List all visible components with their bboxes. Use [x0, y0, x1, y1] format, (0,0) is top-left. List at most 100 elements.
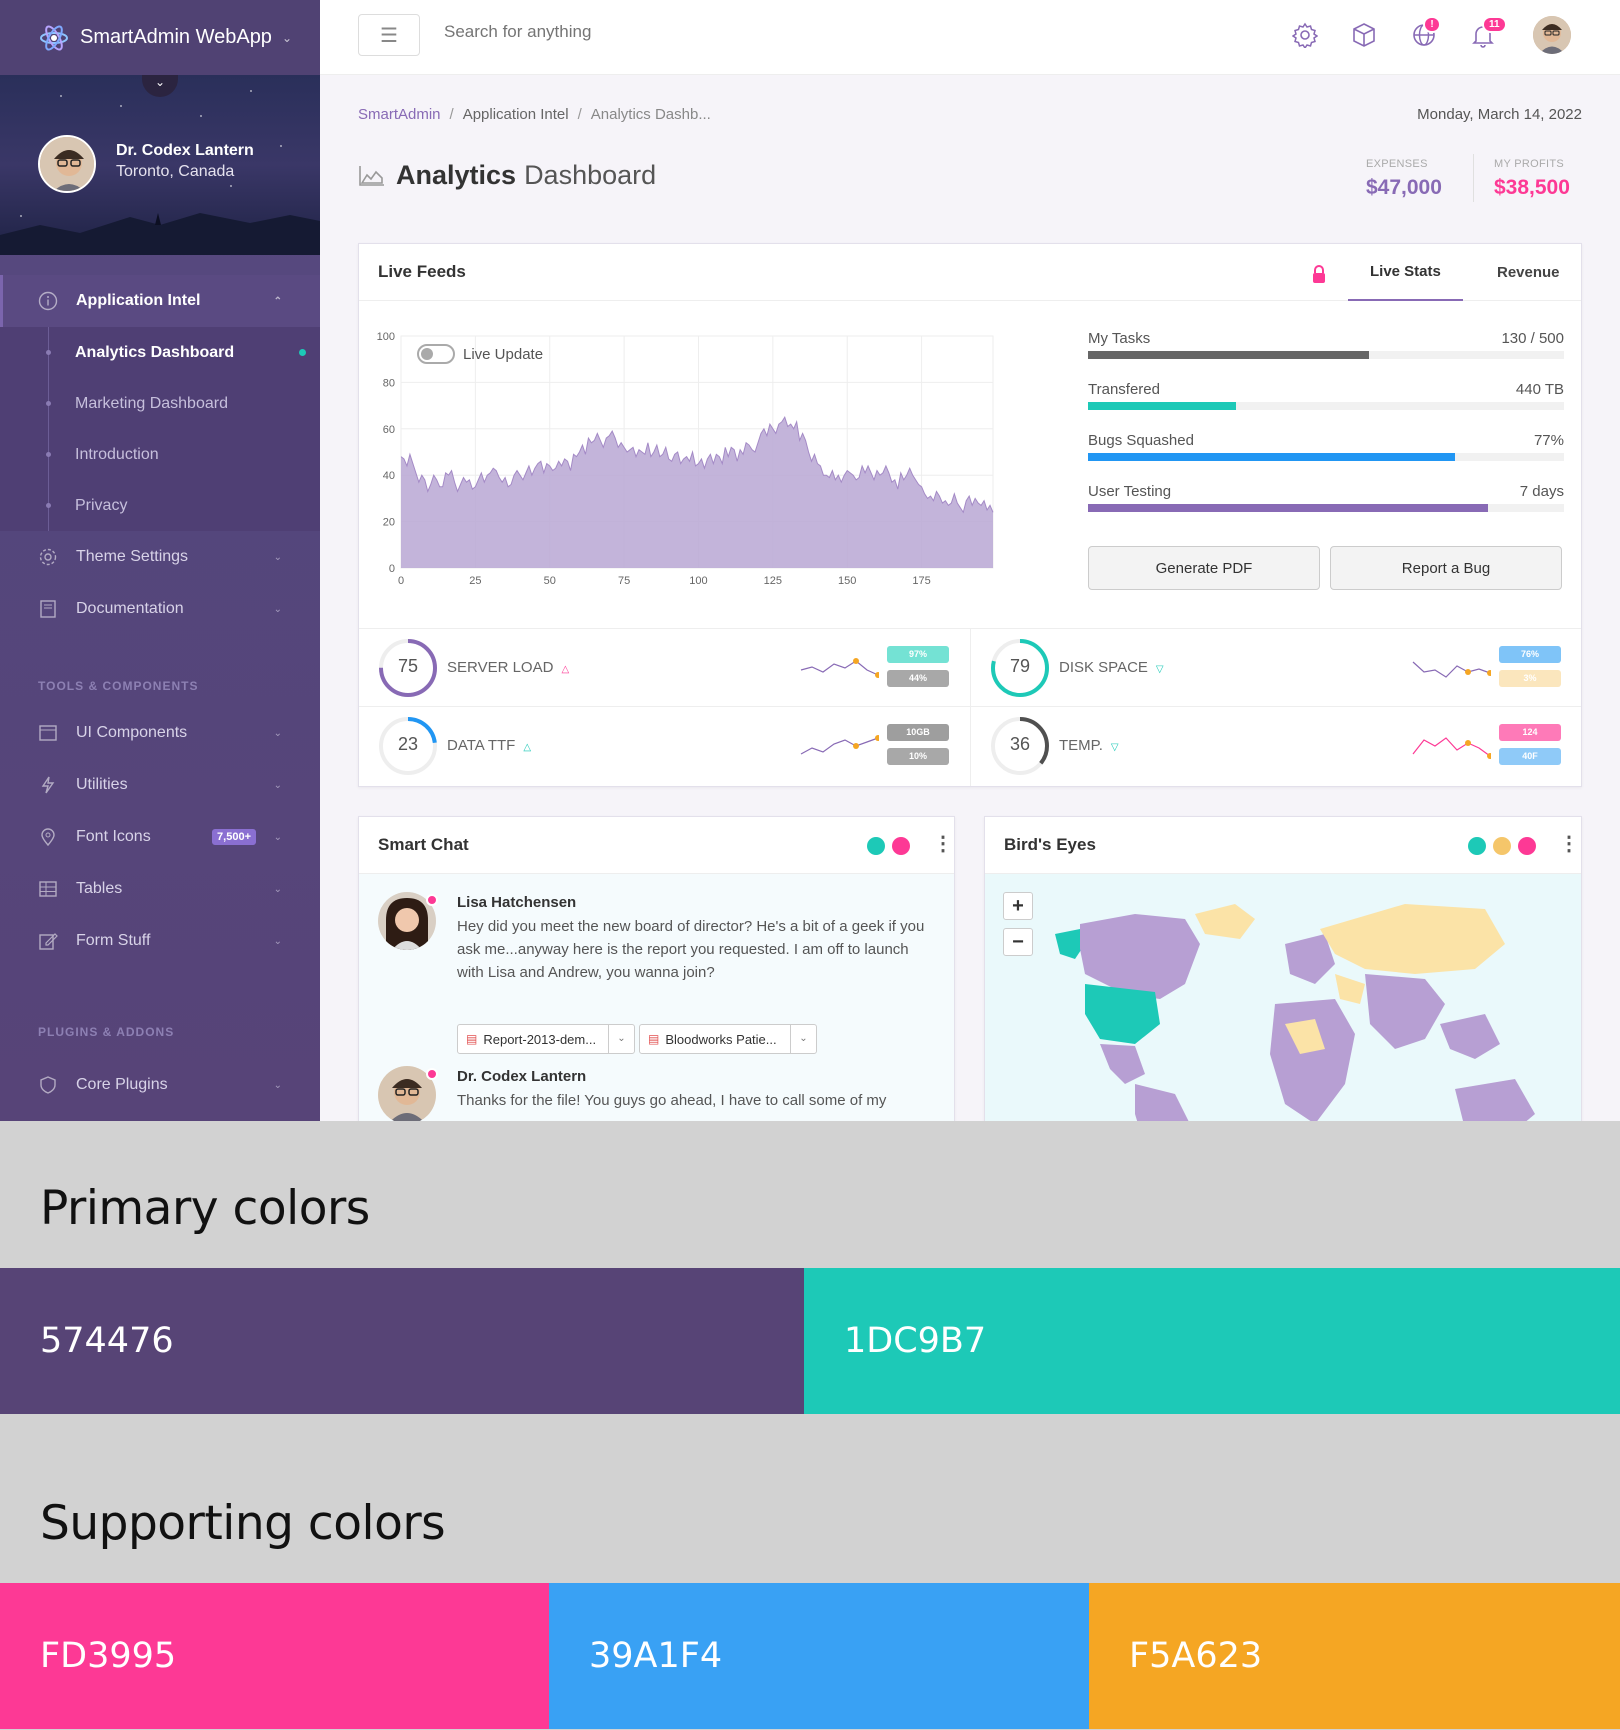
kpi-label: DISK SPACE ▽ [1059, 659, 1164, 676]
notification-badge: ! [1423, 16, 1441, 33]
chevron-down-icon[interactable]: ⌄ [790, 1025, 816, 1053]
color-dot[interactable] [867, 837, 885, 855]
user-avatar-button[interactable] [1533, 16, 1571, 54]
attachment-name: Bloodworks Patie... [665, 1031, 777, 1047]
kpi-pill: 44% [887, 670, 949, 687]
settings-button[interactable] [1290, 20, 1320, 50]
y-tick-label: 0 [389, 563, 395, 575]
zoom-out-button[interactable]: − [1003, 928, 1033, 956]
message-author: Lisa Hatchensen [457, 894, 577, 911]
nav-item-application-intel[interactable]: Application Intel ⌃ [0, 275, 320, 327]
live-update-toggle[interactable]: Live Update [417, 344, 543, 364]
x-tick-label: 75 [618, 575, 630, 587]
language-button[interactable]: ! [1409, 16, 1441, 50]
kpi-value: 75 [397, 656, 419, 676]
x-tick-label: 175 [912, 575, 930, 587]
nav-label: Utilities [76, 776, 128, 793]
progress-value: 440 TB [1515, 381, 1564, 398]
generate-pdf-button[interactable]: Generate PDF [1088, 546, 1320, 590]
nav-item-utilities[interactable]: Utilities ⌄ [0, 759, 320, 811]
breadcrumb-link[interactable]: SmartAdmin [358, 106, 441, 123]
progress-label: Bugs Squashed [1088, 432, 1194, 449]
color-dot[interactable] [1518, 837, 1536, 855]
zoom-in-button[interactable]: + [1003, 892, 1033, 920]
menu-toggle-button[interactable]: ☰ [358, 14, 420, 56]
more-options-icon[interactable]: ⋮ [1559, 831, 1579, 856]
brand[interactable]: SmartAdmin WebApp ⌄ [0, 0, 320, 75]
apps-button[interactable] [1349, 20, 1379, 50]
toggle-switch[interactable] [417, 344, 455, 364]
profile-card: ⌄ Dr. Codex Lantern Toronto, Canada [0, 75, 320, 255]
swatch-supporting-1: FD3995 [0, 1583, 549, 1729]
x-tick-label: 50 [544, 575, 556, 587]
color-dot[interactable] [892, 837, 910, 855]
tab-live-stats[interactable]: Live Stats [1348, 244, 1463, 301]
chevron-down-icon: ⌄ [273, 831, 282, 843]
progress-item: User Testing 7 days [1088, 483, 1564, 512]
nav-item-documentation[interactable]: Documentation ⌄ [0, 583, 320, 635]
world-map-graphic [1055, 904, 1535, 1121]
nav-item-ui-components[interactable]: UI Components ⌄ [0, 707, 320, 759]
nav-label: Theme Settings [76, 548, 189, 565]
nav-item-form-stuff[interactable]: Form Stuff ⌄ [0, 915, 320, 967]
gear-icon [1292, 22, 1318, 48]
breadcrumb-separator: / [577, 106, 582, 123]
nav-label: Core Plugins [76, 1076, 168, 1093]
caret-down-icon: ▽ [1155, 664, 1164, 675]
nav-label: Documentation [76, 600, 184, 617]
panel-title: Live Feeds [378, 262, 466, 281]
window-icon [38, 723, 58, 743]
tab-revenue[interactable]: Revenue [1479, 244, 1578, 301]
profile-toggle-button[interactable]: ⌄ [142, 75, 178, 97]
y-tick-label: 100 [377, 331, 395, 343]
nav-label: Analytics Dashboard [75, 343, 235, 361]
chat-message: Lisa Hatchensen Hey did you meet the new… [457, 894, 927, 984]
kpi-pill: 40F [1499, 748, 1561, 765]
notification-count-badge: 11 [1482, 16, 1507, 33]
caret-up-icon: △ [561, 664, 570, 675]
progress-track [1088, 504, 1564, 512]
map-pin-icon [38, 827, 58, 847]
nav-item-marketing-dashboard[interactable]: Marketing Dashboard [0, 378, 320, 429]
y-tick-label: 40 [383, 470, 395, 482]
nav-item-core-plugins[interactable]: Core Plugins ⌄ [0, 1059, 320, 1111]
nav-item-analytics-dashboard[interactable]: Analytics Dashboard [0, 327, 320, 378]
caret-down-icon: ▽ [1110, 742, 1119, 753]
avatar[interactable] [38, 135, 96, 193]
attachment[interactable]: ▤ Report-2013-dem... ⌄ [457, 1024, 635, 1054]
search-input[interactable] [444, 22, 844, 42]
notifications-button[interactable]: 11 [1468, 16, 1507, 50]
chevron-down-icon: ⌄ [273, 727, 282, 739]
chevron-down-icon: ⌄ [273, 883, 282, 895]
breadcrumb-link[interactable]: Application Intel [463, 106, 569, 123]
more-options-icon[interactable]: ⋮ [933, 831, 953, 856]
nav-label: Form Stuff [76, 932, 151, 949]
report-bug-button[interactable]: Report a Bug [1330, 546, 1562, 590]
y-tick-label: 60 [383, 424, 395, 436]
world-map[interactable]: + − [985, 874, 1581, 1121]
nav-item-theme-settings[interactable]: Theme Settings ⌄ [0, 531, 320, 583]
nav-item-tables[interactable]: Tables ⌄ [0, 863, 320, 915]
progress-fill [1088, 504, 1488, 512]
x-tick-label: 0 [398, 575, 404, 587]
chevron-down-icon: ⌄ [273, 603, 282, 615]
chevron-down-icon[interactable]: ⌄ [608, 1025, 634, 1053]
chevron-down-icon: ⌄ [273, 1079, 282, 1091]
nav-item-privacy[interactable]: Privacy [0, 480, 320, 531]
pdf-file-icon: ▤ [466, 1032, 478, 1046]
stat-value: $47,000 [1366, 176, 1442, 199]
chevron-down-icon: ⌄ [281, 30, 292, 45]
nav-item-font-icons[interactable]: Font Icons 7,500+ ⌄ [0, 811, 320, 863]
mountain-silhouette [0, 213, 320, 255]
stat-label: MY PROFITS [1494, 158, 1565, 170]
stat-value: $38,500 [1494, 176, 1570, 199]
chevron-down-icon: ⌄ [273, 935, 282, 947]
color-dot[interactable] [1468, 837, 1486, 855]
nav-label: Introduction [75, 445, 159, 463]
color-dot[interactable] [1493, 837, 1511, 855]
nav-item-introduction[interactable]: Introduction [0, 429, 320, 480]
swatch-hex: F5A623 [1129, 1636, 1263, 1676]
attachment[interactable]: ▤ Bloodworks Patie... ⌄ [639, 1024, 817, 1054]
atom-logo-icon [40, 24, 68, 51]
progress-track [1088, 453, 1564, 461]
